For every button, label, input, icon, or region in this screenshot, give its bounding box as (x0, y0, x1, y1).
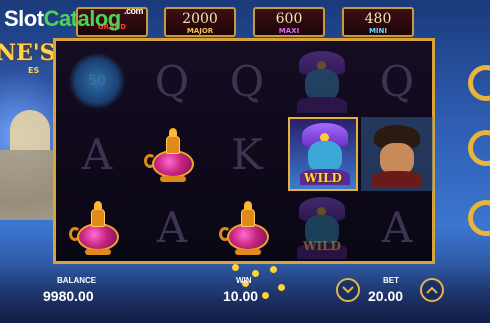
chevron-down-icon (342, 286, 354, 294)
watermark-main: Slot (4, 6, 44, 31)
jackpot-mini-value: 480 (364, 11, 392, 27)
jackpot-maxi: 600 MAXI (253, 7, 325, 37)
watermark-accent: Catalog (43, 6, 122, 31)
symbol-a: A (156, 202, 188, 252)
reel-cell-scatter: 50 (61, 45, 133, 117)
symbol-k: K (231, 129, 263, 179)
wild-label: WILD (304, 171, 342, 185)
scatter-value: 50 (88, 73, 106, 89)
reel-grid[interactable]: 50 Q Q Q A K WILD A WILD A (53, 38, 435, 264)
bet-decrease-button[interactable] (336, 278, 360, 302)
symbol-q: Q (229, 56, 265, 106)
symbol-q: Q (379, 56, 415, 106)
jackpot-major-label: MAJOR (186, 27, 214, 35)
watermark-suffix: .com (124, 6, 144, 16)
scatter-orb-icon: 50 (69, 53, 125, 109)
balance-label: BALANCE (57, 276, 97, 285)
palace-dome (10, 110, 50, 150)
bet-increase-button[interactable] (420, 278, 444, 302)
bet-label: BET (383, 276, 399, 285)
magic-lamp-icon (69, 199, 125, 255)
reel-cell-q: Q (211, 45, 283, 117)
symbol-a: A (81, 129, 113, 179)
jackpot-major-value: 2000 (182, 11, 218, 27)
jackpot-mini-label: MINI (368, 27, 388, 35)
balance-value: 9980.00 (43, 288, 94, 304)
reel-cell-lamp (211, 191, 283, 263)
watermark-logo: SlotCatalog .com (4, 6, 144, 32)
game-title: NE'S (0, 40, 56, 66)
wild-label-dim: WILD (303, 239, 341, 253)
magic-lamp-icon (219, 199, 275, 255)
reel-cell-q: Q (361, 45, 433, 117)
gold-ring-decoration (468, 130, 490, 166)
game-subtitle: ES (28, 66, 40, 75)
reel-cell-lamp (61, 191, 133, 263)
reel-cell-q: Q (136, 45, 208, 117)
genie-icon (293, 49, 351, 113)
win-value: 10.00 (223, 288, 259, 304)
reel-cell-a: A (61, 118, 133, 190)
gold-ring-decoration (468, 65, 490, 101)
reel-cell-genie-wild-dim: WILD (286, 191, 358, 263)
chevron-up-icon (426, 286, 438, 294)
reel-cell-a: A (361, 191, 433, 263)
gold-ring-decoration (468, 200, 490, 236)
reel-cell-lamp (136, 118, 208, 190)
jackpot-major: 2000 MAJOR (164, 7, 236, 37)
bet-value: 20.00 (368, 288, 404, 304)
reel-cell-k: K (211, 118, 283, 190)
aladdin-icon (368, 123, 426, 187)
jackpot-mini: 480 MINI (342, 7, 414, 37)
win-label: WIN (236, 276, 252, 285)
jackpot-maxi-label: MAXI (278, 27, 300, 35)
symbol-q: Q (154, 56, 190, 106)
magic-lamp-icon (144, 126, 200, 182)
reel-cell-genie-dim (286, 45, 358, 117)
wild-symbol: WILD (288, 117, 358, 191)
aladdin-symbol (361, 117, 433, 191)
palace-base (0, 150, 58, 220)
reel-cell-a: A (136, 191, 208, 263)
symbol-a: A (381, 202, 413, 252)
jackpot-maxi-value: 600 (275, 11, 303, 27)
